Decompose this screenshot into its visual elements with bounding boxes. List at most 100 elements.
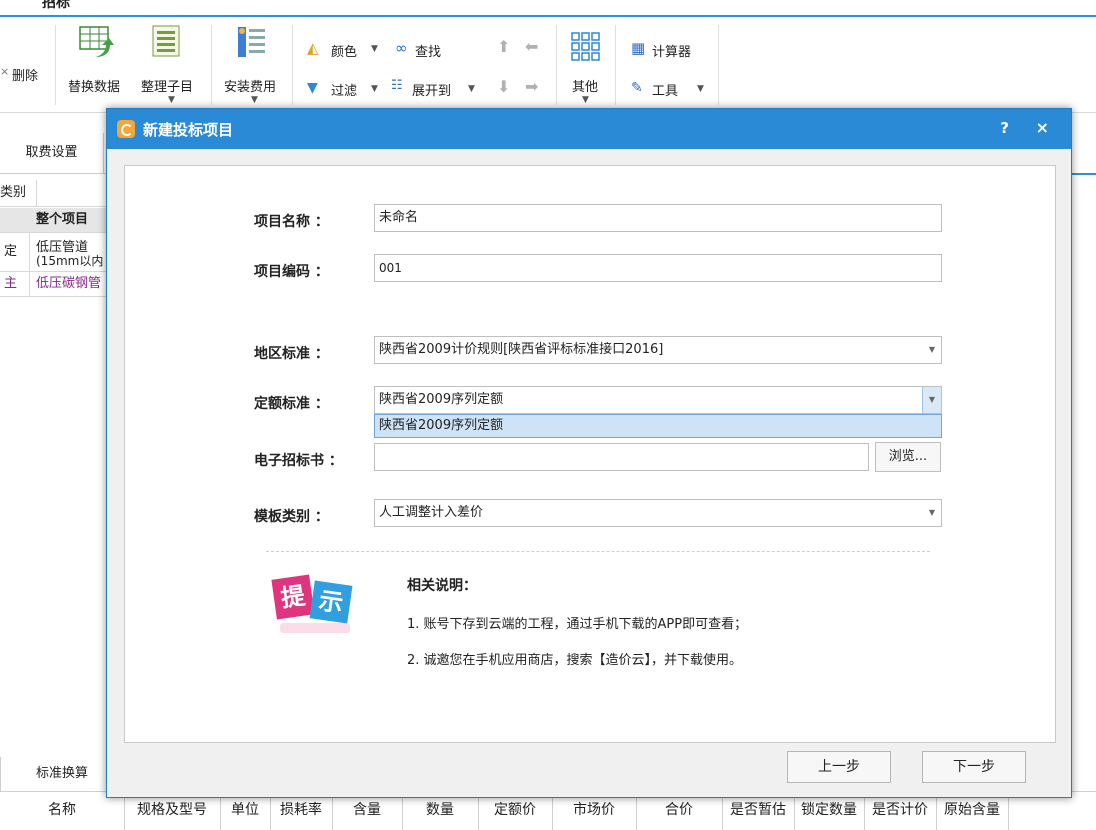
dropdown-caret-icon: ▼ (697, 84, 704, 94)
ribbon-separator (556, 25, 557, 105)
move-down-icon[interactable]: ⬇ (497, 77, 510, 96)
column-header: 市场价 (552, 796, 637, 830)
dialog-title: 新建投标项目 (143, 121, 234, 139)
install-fee-icon (238, 27, 265, 57)
project-code-input[interactable]: 001 (374, 254, 942, 282)
delete-button[interactable]: 删除 (12, 65, 38, 84)
table-replace-icon (79, 26, 114, 57)
tab-bar-accent (1070, 173, 1096, 175)
calculator-label: 计算器 (652, 45, 692, 60)
dropdown-caret-icon: ▼ (582, 95, 589, 105)
replace-data-label: 替换数据 (68, 80, 121, 95)
column-header: 损耗率 (270, 796, 333, 830)
tree-expand-icon: ☷ (391, 78, 403, 93)
ribbon-separator (718, 25, 719, 105)
region-standard-select[interactable]: 陕西省2009计价规则[陕西省评标标准接口2016] ▼ (374, 336, 942, 364)
chevron-down-icon[interactable]: ▼ (922, 387, 941, 413)
find-label: 查找 (415, 45, 442, 60)
calculator-icon: ▦ (631, 39, 646, 57)
list-organize-icon (152, 25, 180, 57)
column-header: 规格及型号 (124, 796, 221, 830)
notes-title: 相关说明： (407, 578, 477, 594)
ribbon-separator (211, 25, 212, 105)
paint-bucket-icon: ◭ (307, 39, 319, 57)
project-name-input[interactable]: 未命名 (374, 204, 942, 232)
table-header: 类别 (0, 180, 108, 207)
filter-icon: ▼ (307, 80, 318, 96)
table-cell: 低压碳钢管 (36, 276, 102, 291)
template-type-value: 人工调整计入差价 (379, 505, 484, 520)
quota-standard-select[interactable]: 陕西省2009序列定额 ▼ (374, 386, 942, 414)
column-header-category: 类别 (0, 185, 27, 200)
chevron-down-icon[interactable]: ▼ (923, 337, 941, 363)
binoculars-icon: ∞ (395, 39, 408, 57)
column-header: 合价 (636, 796, 723, 830)
previous-step-button[interactable]: 上一步 (787, 751, 891, 783)
template-type-label: 模板类别 ： (254, 509, 329, 525)
template-type-select[interactable]: 人工调整计入差价 ▼ (374, 499, 942, 527)
tip-char-2: 示 (309, 580, 353, 624)
close-button[interactable]: × (1036, 118, 1049, 137)
app-logo-icon (117, 120, 135, 138)
install-fee-label: 安装费用 (224, 80, 277, 95)
dialog-title-bar: 新建投标项目 ? × (107, 109, 1071, 149)
ribbon-separator (292, 25, 293, 105)
quota-standard-label: 定额标准 ： (254, 396, 329, 412)
chevron-down-icon[interactable]: ▼ (923, 500, 941, 526)
quota-standard-value: 陕西省2009序列定额 (379, 392, 504, 407)
new-bid-project-dialog: 新建投标项目 ? × 项目名称 ： 未命名 项目编码 ： 001 地区标准 ： … (106, 108, 1072, 798)
ribbon-toolbar: ⨯ 删除 替换数据 整理子目 ▼ 安装费用 ▼ ◭ 颜色 ▼ ▼ 过滤 ▼ ∞ … (0, 17, 1096, 113)
grid-apps-icon (571, 32, 600, 61)
resource-table-header: 名称 规格及型号 单位 损耗率 含量 数量 定额价 市场价 合价 是否暂估 锁定… (0, 796, 1010, 830)
ribbon-separator (615, 25, 616, 105)
color-label: 颜色 (331, 45, 358, 60)
move-left-icon[interactable]: ⬅ (525, 37, 538, 56)
tip-icon: 提 示 (271, 571, 366, 637)
organize-sub-label: 整理子目 (141, 80, 194, 95)
help-button[interactable]: ? (1000, 119, 1009, 137)
column-header: 名称 (0, 796, 125, 830)
dropdown-caret-icon: ▼ (251, 95, 258, 105)
region-standard-label: 地区标准 ： (254, 346, 329, 362)
dropdown-caret-icon: ▼ (468, 84, 475, 94)
tools-icon: ✎ (631, 80, 643, 96)
move-up-icon[interactable]: ⬆ (497, 37, 510, 56)
column-header: 定额价 (478, 796, 553, 830)
filter-label: 过滤 (331, 84, 358, 99)
quota-standard-option[interactable]: 陕西省2009序列定额 (374, 414, 942, 438)
etender-input[interactable] (374, 443, 869, 471)
column-header: 是否计价 (864, 796, 937, 830)
project-code-label: 项目编码 ： (254, 264, 329, 280)
table-cell: 主 (0, 272, 30, 296)
ribbon-separator (55, 25, 56, 105)
column-header: 是否暂估 (722, 796, 795, 830)
table-row[interactable]: 定 低压管道 (15mm以内 (0, 233, 108, 272)
tools-label: 工具 (652, 84, 679, 99)
table-cell: 定 (0, 233, 30, 271)
region-standard-value: 陕西省2009计价规则[陕西省评标标准接口2016] (379, 342, 664, 357)
delete-icon: ⨯ (0, 65, 10, 78)
move-right-icon[interactable]: ➡ (525, 77, 538, 96)
dropdown-caret-icon: ▼ (168, 95, 175, 105)
table-cell: 整个项目 (36, 212, 89, 227)
expand-to-label: 展开到 (412, 84, 452, 99)
tab-fee-settings[interactable]: 取费设置 (0, 133, 104, 173)
dropdown-caret-icon: ▼ (371, 84, 378, 94)
table-row[interactable]: 主 低压碳钢管 (0, 272, 108, 297)
form-panel: 项目名称 ： 未命名 项目编码 ： 001 地区标准 ： 陕西省2009计价规则… (124, 165, 1056, 743)
app-title: 招标 (42, 0, 70, 11)
table-row[interactable]: 整个项目 (0, 208, 108, 233)
column-header: 单位 (220, 796, 271, 830)
note-line-2: 2. 诚邀您在手机应用商店，搜索【造价云】，并下载使用。 (407, 653, 743, 668)
note-line-1: 1. 账号下存到云端的工程，通过手机下载的APP即可查看； (407, 617, 748, 632)
browse-button[interactable]: 浏览... (875, 442, 941, 472)
column-header: 锁定数量 (794, 796, 865, 830)
tab-standard-conversion[interactable]: 标准换算 (0, 757, 108, 791)
divider (266, 551, 930, 552)
etender-label: 电子招标书 ： (254, 453, 343, 469)
next-step-button[interactable]: 下一步 (922, 751, 1026, 783)
project-name-label: 项目名称 ： (254, 214, 329, 230)
dropdown-caret-icon: ▼ (371, 44, 378, 54)
table-cell: (15mm以内 (36, 254, 104, 268)
column-header: 原始含量 (936, 796, 1009, 830)
